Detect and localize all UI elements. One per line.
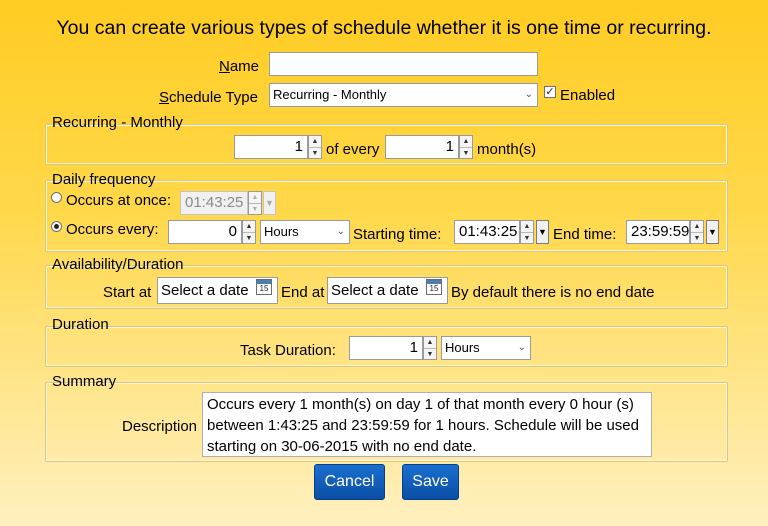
schedule-type-label: Schedule Type xyxy=(159,89,258,106)
duration-legend: Duration xyxy=(52,316,109,333)
start-at-label: Start at xyxy=(103,284,152,301)
end-at-label: End at xyxy=(281,284,325,301)
occurs-every-label: Occurs every: xyxy=(66,221,159,238)
starting-time-dropdown-button[interactable]: ▼ xyxy=(536,220,549,244)
chevron-down-icon: ⌄ xyxy=(517,342,526,353)
cancel-button[interactable]: Cancel xyxy=(314,464,385,500)
name-input[interactable] xyxy=(269,52,538,76)
summary-legend: Summary xyxy=(52,373,117,390)
end-time-input[interactable]: 23:59:59 xyxy=(626,220,690,244)
save-button[interactable]: Save xyxy=(402,464,459,500)
starting-time-label: Starting time: xyxy=(353,226,442,243)
end-time-dropdown-button[interactable]: ▼ xyxy=(706,220,719,244)
recurring-legend: Recurring - Monthly xyxy=(52,114,183,131)
occurs-every-unit-value: Hours xyxy=(264,224,299,239)
availability-legend: Availability/Duration xyxy=(52,256,184,273)
description-text: Occurs every 1 month(s) on day 1 of that… xyxy=(202,392,652,457)
start-date-placeholder: Select a date xyxy=(161,282,249,299)
occurs-every-spinner[interactable]: ▲ ▼ xyxy=(242,220,256,244)
chevron-down-icon: ⌄ xyxy=(336,226,345,237)
schedule-type-select[interactable]: Recurring - Monthly ⌄ xyxy=(269,83,538,107)
recurring-months-input[interactable]: 1 xyxy=(385,135,459,159)
end-date-placeholder: Select a date xyxy=(331,282,419,299)
task-duration-label: Task Duration: xyxy=(240,342,336,359)
task-duration-input[interactable]: 1 xyxy=(349,336,423,360)
occurs-once-time-input[interactable]: 01:43:25 xyxy=(180,191,248,215)
recurring-day-spinner[interactable]: ▲ ▼ xyxy=(308,135,322,159)
enabled-label: Enabled xyxy=(560,87,616,104)
end-time-spinner[interactable]: ▲ ▼ xyxy=(690,220,704,244)
occurs-once-spinner[interactable]: ▲ ▼ xyxy=(248,191,262,215)
chevron-down-icon: ⌄ xyxy=(524,89,533,100)
page-title: You can create various types of schedule… xyxy=(56,17,712,39)
calendar-icon[interactable]: 15 xyxy=(256,279,272,295)
no-end-date-note: By default there is no end date xyxy=(451,284,655,301)
description-label: Description xyxy=(122,418,198,435)
recurring-months-spinner[interactable]: ▲ ▼ xyxy=(459,135,473,159)
occurs-every-unit-select[interactable]: Hours ⌄ xyxy=(260,220,350,244)
occurs-every-radio[interactable] xyxy=(51,221,62,232)
name-label: Name xyxy=(219,58,260,75)
end-time-label: End time: xyxy=(553,226,617,243)
schedule-type-value: Recurring - Monthly xyxy=(273,87,387,102)
months-suffix-label: month(s) xyxy=(477,141,537,158)
calendar-icon[interactable]: 15 xyxy=(426,279,442,295)
occurs-once-dropdown-button[interactable]: ▼ xyxy=(263,191,276,215)
task-duration-unit-select[interactable]: Hours ⌄ xyxy=(441,336,531,360)
occurs-once-label: Occurs at once: xyxy=(66,192,172,209)
task-duration-spinner[interactable]: ▲ ▼ xyxy=(423,336,437,360)
recurring-day-input[interactable]: 1 xyxy=(234,135,308,159)
occurs-every-input[interactable]: 0 xyxy=(168,220,242,244)
task-duration-unit-value: Hours xyxy=(445,340,480,355)
daily-frequency-legend: Daily frequency xyxy=(52,171,156,188)
of-every-label: of every xyxy=(326,141,380,158)
starting-time-input[interactable]: 01:43:25 xyxy=(454,220,520,244)
enabled-checkbox[interactable]: ✓ xyxy=(544,86,556,98)
starting-time-spinner[interactable]: ▲ ▼ xyxy=(520,220,534,244)
occurs-once-radio[interactable] xyxy=(51,192,62,203)
